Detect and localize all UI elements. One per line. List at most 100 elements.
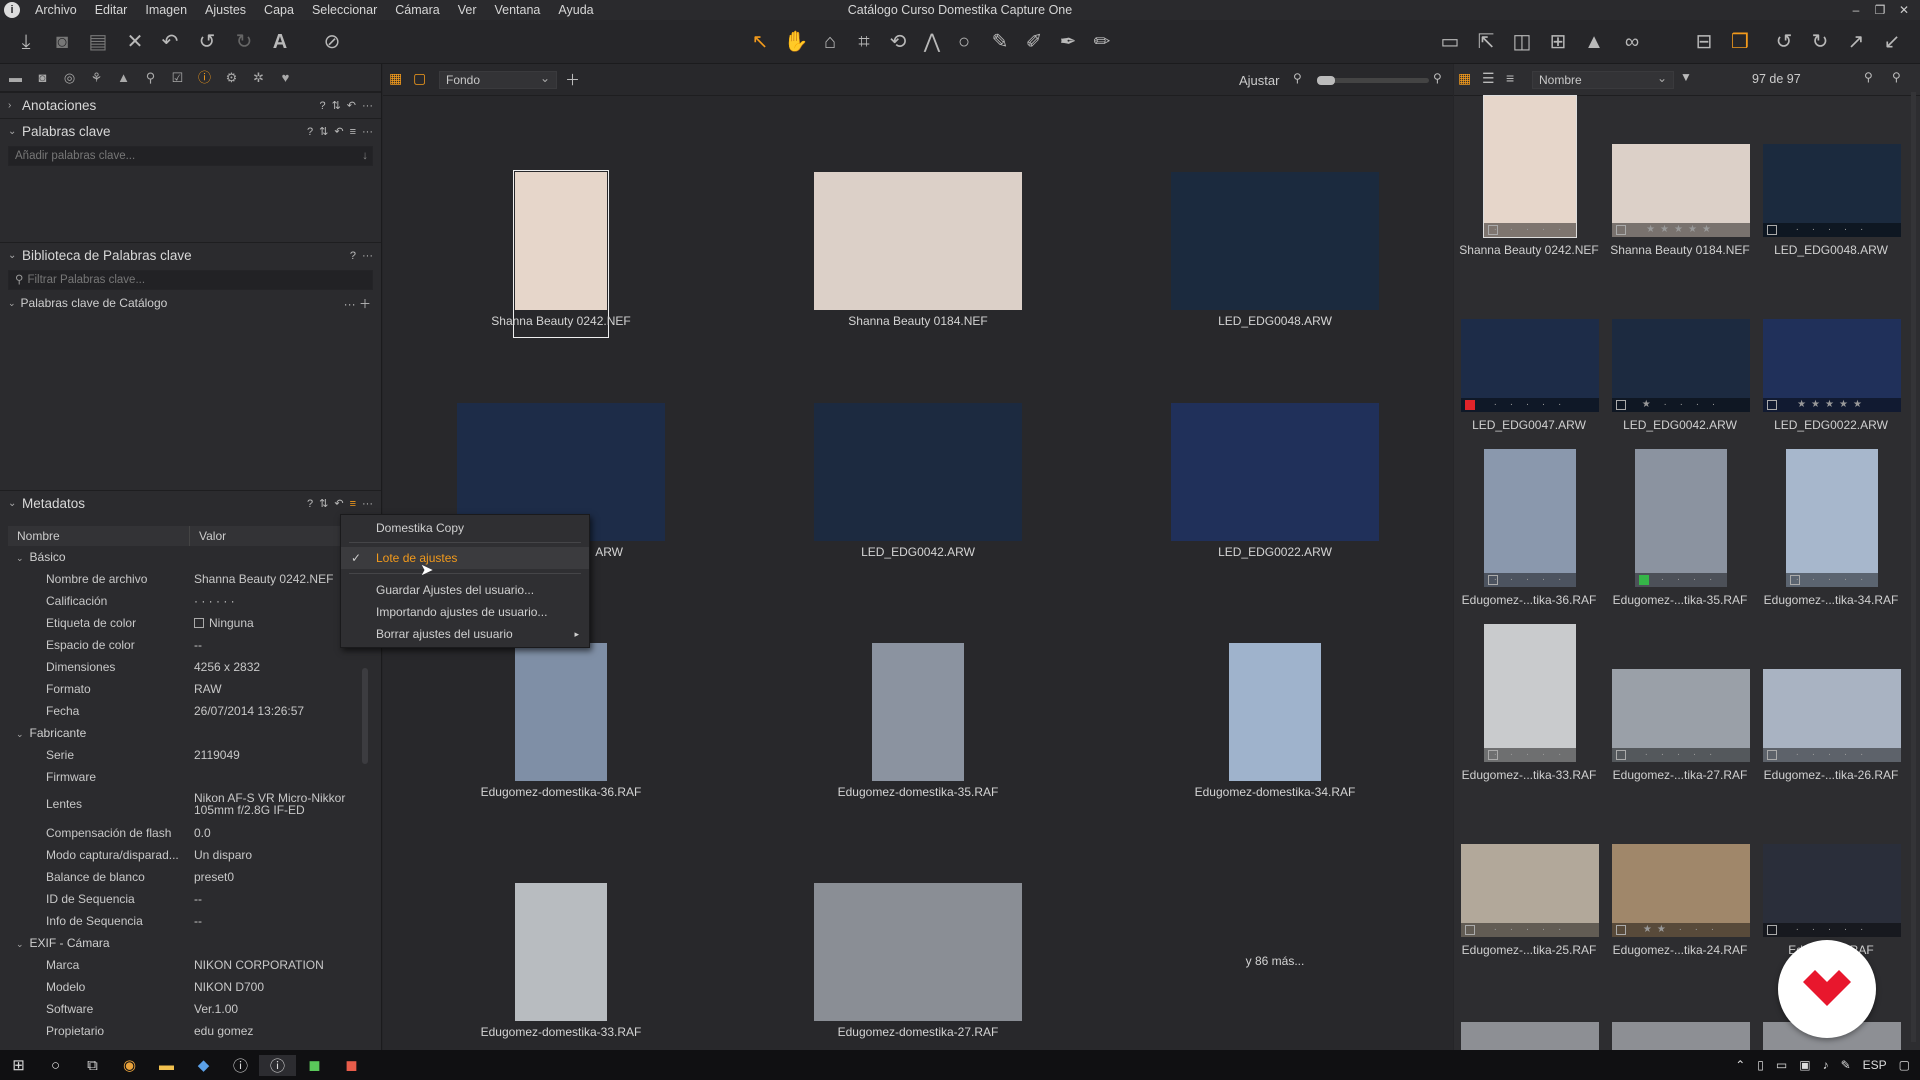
notifications-icon[interactable]: ▢ bbox=[1899, 1058, 1910, 1072]
browser-scrollbar[interactable] bbox=[1911, 92, 1916, 1042]
text-tool-icon[interactable]: A bbox=[266, 28, 294, 56]
color-label[interactable] bbox=[1488, 575, 1498, 585]
color-label[interactable] bbox=[1767, 925, 1777, 935]
color-label[interactable] bbox=[1616, 925, 1626, 935]
browser-thumbnail[interactable]: · · · · · bbox=[1484, 624, 1576, 762]
capture-one-icon[interactable]: ⓘ bbox=[222, 1055, 259, 1076]
task-view-icon[interactable]: ⧉ bbox=[74, 1057, 111, 1074]
rotate-right-icon[interactable]: ↻ bbox=[1806, 28, 1834, 56]
color-label[interactable] bbox=[1790, 575, 1800, 585]
favorites-tab-icon[interactable]: ♥ bbox=[275, 68, 296, 88]
zoom-in-icon[interactable]: ⚲ bbox=[1433, 71, 1442, 85]
browser-thumbnail[interactable]: · · · · · bbox=[1484, 449, 1576, 587]
pen-icon[interactable]: ✎ bbox=[1841, 1058, 1851, 1072]
pan-icon[interactable]: ✋ bbox=[782, 28, 810, 56]
undo-icon[interactable]: ↺ bbox=[193, 28, 221, 56]
capture-one-active-icon[interactable]: ⓘ bbox=[259, 1054, 296, 1076]
zoom-slider-handle[interactable] bbox=[1317, 76, 1335, 85]
metadata-group[interactable]: ⌄ EXIF - Cámara bbox=[8, 932, 368, 954]
undo-all-icon[interactable]: ↶ bbox=[156, 28, 184, 56]
menu-camara[interactable]: Cámara bbox=[386, 0, 448, 20]
capture-icon[interactable]: ◙ bbox=[48, 28, 76, 56]
network-icon[interactable]: ▣ bbox=[1799, 1058, 1810, 1072]
help-icon[interactable]: ? bbox=[319, 93, 325, 119]
zoom-icon[interactable]: ⚲ bbox=[1864, 70, 1873, 84]
reset-icon[interactable]: ↶ bbox=[334, 119, 343, 145]
color-label[interactable] bbox=[1465, 925, 1475, 935]
browser-thumbnail[interactable]: ★★ · · · bbox=[1612, 844, 1750, 937]
menu-ajustes[interactable]: Ajustes bbox=[196, 0, 255, 20]
browser-thumbnail[interactable]: · · · · · bbox=[1483, 95, 1577, 238]
keystone-icon[interactable]: ⋀ bbox=[918, 28, 946, 56]
browser-thumbnail[interactable] bbox=[1612, 1022, 1750, 1050]
rating-stars[interactable]: · · · · · bbox=[1763, 923, 1901, 937]
viewer-thumbnail[interactable] bbox=[814, 403, 1022, 541]
minimize-icon[interactable]: – bbox=[1844, 0, 1868, 20]
chrome-icon[interactable]: ◉ bbox=[111, 1056, 148, 1074]
menu-ayuda[interactable]: Ayuda bbox=[549, 0, 602, 20]
lens-tab-icon[interactable]: ◎ bbox=[59, 68, 80, 88]
rating-stars[interactable]: ★ · · · · bbox=[1612, 398, 1750, 412]
cortana-icon[interactable]: ○ bbox=[37, 1057, 74, 1074]
browser-thumbnail[interactable] bbox=[1461, 1022, 1599, 1050]
browser-thumbnail[interactable]: · · · · · bbox=[1612, 669, 1750, 762]
color-label[interactable] bbox=[1767, 750, 1777, 760]
glasses-icon[interactable]: ∞ bbox=[1618, 28, 1646, 56]
annotate-icon[interactable]: ✏ bbox=[1088, 28, 1116, 56]
col-name-header[interactable]: Nombre bbox=[8, 526, 190, 546]
export-icon[interactable]: ⇱ bbox=[1472, 28, 1500, 56]
layout-icon[interactable]: ⊟ bbox=[1690, 28, 1718, 56]
color-label[interactable] bbox=[1639, 575, 1649, 585]
copy-icon[interactable]: ⇅ bbox=[319, 491, 328, 517]
camtasia-icon[interactable]: ◼ bbox=[296, 1056, 333, 1074]
rating-stars[interactable]: · · · · · bbox=[1763, 223, 1901, 237]
thumbnail-view-icon[interactable]: ▦ bbox=[1458, 70, 1471, 87]
loupe-icon[interactable]: ⌂ bbox=[816, 28, 844, 56]
spot-icon[interactable]: ○ bbox=[950, 28, 978, 56]
delete-icon[interactable]: ✕ bbox=[121, 28, 149, 56]
folder-icon[interactable]: ▤ bbox=[84, 28, 112, 56]
rating-stars[interactable]: ★★ · · · bbox=[1612, 923, 1750, 937]
view-icon[interactable]: ▭ bbox=[1436, 28, 1464, 56]
menu-capa[interactable]: Capa bbox=[255, 0, 303, 20]
capture-tab-icon[interactable]: ◙ bbox=[32, 68, 53, 88]
color-label[interactable] bbox=[1488, 225, 1498, 235]
sort-select[interactable]: Nombre bbox=[1532, 70, 1674, 89]
more-icon[interactable]: ··· bbox=[362, 93, 373, 119]
more-icon[interactable]: ··· bbox=[362, 119, 373, 145]
windows-start-icon[interactable]: ⊞ bbox=[0, 1056, 37, 1074]
menu-editar[interactable]: Editar bbox=[86, 0, 137, 20]
rating-stars[interactable]: · · · · · bbox=[1763, 748, 1901, 762]
add-keywords-input[interactable]: Añadir palabras clave... ↓ bbox=[8, 146, 373, 166]
browser-thumbnail[interactable]: · · · · · bbox=[1786, 449, 1878, 587]
viewer-thumbnail[interactable] bbox=[1171, 172, 1379, 310]
annotations-header[interactable]: › Anotaciones ? ⇅ ↶ ··· bbox=[0, 92, 381, 118]
browser-thumbnail[interactable]: · · · · · bbox=[1461, 319, 1599, 412]
eraser-icon[interactable]: ✐ bbox=[1020, 28, 1048, 56]
recorder-icon[interactable]: ◼ bbox=[333, 1056, 370, 1074]
add-icon[interactable]: ＋ bbox=[565, 69, 580, 90]
metadata-scrollbar[interactable] bbox=[362, 668, 368, 764]
menu-item-guardar-ajustes[interactable]: Guardar Ajustes del usuario... bbox=[341, 579, 589, 601]
rating-stars[interactable]: · · · · · bbox=[1461, 923, 1599, 937]
multi-view-icon[interactable]: ❒ bbox=[1726, 28, 1754, 56]
viewer-thumbnail[interactable] bbox=[515, 883, 607, 1021]
zoom-slider[interactable] bbox=[1317, 76, 1429, 85]
viewer-thumbnail[interactable] bbox=[814, 172, 1022, 310]
reset-icon[interactable]: ↶ bbox=[347, 93, 356, 119]
close-icon[interactable]: ✕ bbox=[1892, 0, 1916, 20]
library-tab-icon[interactable]: ▬ bbox=[5, 68, 26, 88]
color-label[interactable] bbox=[1488, 750, 1498, 760]
rating-stars[interactable]: · · · · · bbox=[1461, 398, 1599, 412]
usb-icon[interactable]: ▯ bbox=[1757, 1058, 1764, 1072]
single-view-icon[interactable]: ▢ bbox=[413, 70, 426, 87]
rating-stars[interactable]: ★★★★★ bbox=[1612, 223, 1750, 237]
grid-icon[interactable]: ⊞ bbox=[1544, 28, 1572, 56]
menu-ventana[interactable]: Ventana bbox=[486, 0, 550, 20]
exposure-tab-icon[interactable]: ▲ bbox=[113, 68, 134, 88]
viewer-thumbnail[interactable] bbox=[1229, 643, 1321, 781]
metadata-value[interactable]: · · · · · · bbox=[194, 594, 235, 608]
background-select[interactable]: Fondo bbox=[439, 70, 557, 89]
select-cursor-icon[interactable]: ↖ bbox=[746, 28, 774, 56]
app-icon-3[interactable]: ◆ bbox=[185, 1056, 222, 1074]
